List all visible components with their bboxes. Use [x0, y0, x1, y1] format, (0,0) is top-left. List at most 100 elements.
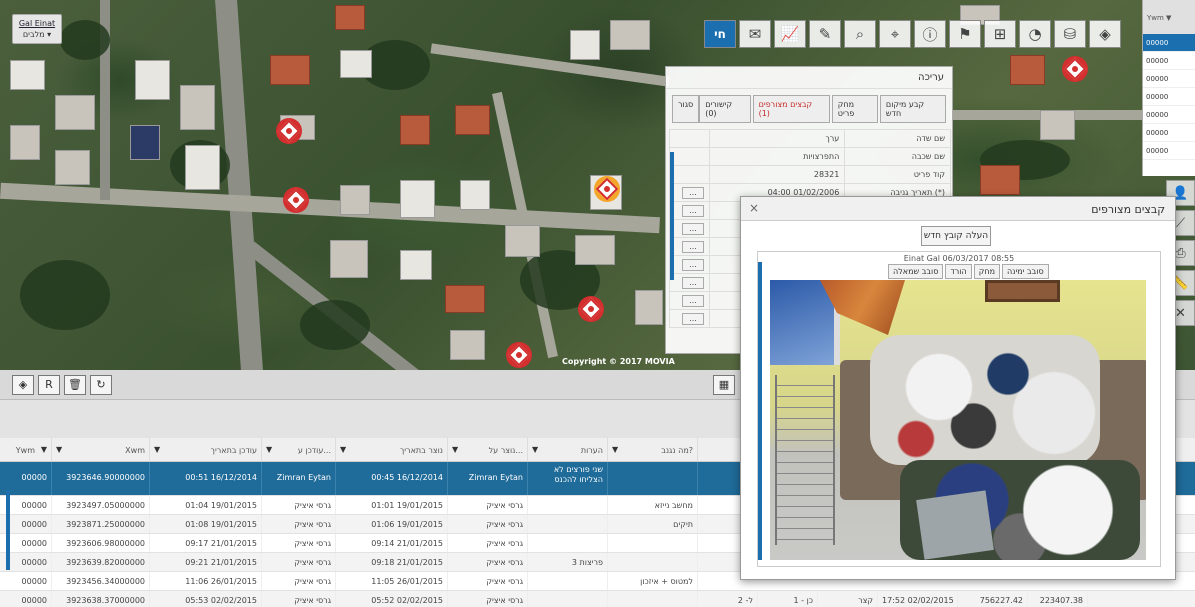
rotate-right-button[interactable]: סובב ימינה — [1002, 264, 1049, 279]
ellipsis-button[interactable]: ... — [682, 240, 704, 253]
pencil-icon[interactable]: ✎ — [809, 20, 841, 48]
filter-icon[interactable]: ▼ — [266, 445, 272, 454]
filter-icon[interactable]: ▼ — [154, 445, 160, 454]
incident-marker[interactable] — [1062, 56, 1088, 82]
delete-file-button[interactable]: מחק — [973, 264, 1001, 279]
layer-selector[interactable]: Gal Einat מלבים ▾ — [12, 14, 62, 44]
map-building — [445, 285, 485, 313]
column-header[interactable]: ▼ הערות — [528, 438, 608, 461]
edit-value[interactable]: 28321 — [708, 165, 846, 184]
filter-icon[interactable]: ▼ — [340, 445, 346, 454]
file-scroll-accent[interactable] — [758, 262, 762, 560]
mini-grid-row[interactable]: 00000 — [1143, 34, 1195, 52]
mini-grid-row[interactable]: 00000 — [1143, 106, 1195, 124]
filter-icon[interactable]: ▼ — [41, 445, 47, 454]
map-building — [1010, 55, 1045, 85]
calculator-icon[interactable]: ▦ — [713, 374, 735, 395]
column-header[interactable]: ▼ מה נגנב? — [608, 438, 698, 461]
dialog-header: × קבצים מצורפים — [741, 197, 1175, 221]
mini-grid-row[interactable]: 00000 — [1143, 70, 1195, 88]
close-button[interactable]: סגור — [672, 95, 700, 123]
mini-grid-row[interactable]: 00000 — [1143, 142, 1195, 160]
edit-panel-title: עריכה — [666, 67, 952, 89]
photo-clothes — [870, 335, 1100, 465]
ellipsis-button[interactable]: ... — [682, 276, 704, 289]
gauge-icon[interactable]: ◔ — [1019, 20, 1051, 48]
map-building — [10, 125, 40, 160]
incident-marker[interactable] — [578, 296, 604, 322]
map-building — [980, 165, 1020, 195]
incident-marker[interactable] — [283, 187, 309, 213]
attached-photo[interactable] — [770, 280, 1146, 560]
layers-icon[interactable]: ◈ — [1089, 20, 1121, 48]
info-icon[interactable]: ⓘ — [914, 20, 946, 48]
column-header[interactable]: ▼ עודכן בתאריך — [150, 438, 262, 461]
org-chart-icon[interactable]: ⊞ — [984, 20, 1016, 48]
database-icon[interactable]: ⛁ — [1054, 20, 1086, 48]
filter-icon[interactable]: ▼ — [56, 445, 62, 454]
chart-icon[interactable]: 📈 — [774, 20, 806, 48]
edit-field: שם שכבה — [844, 147, 951, 166]
filter-icon[interactable]: ▼ — [452, 445, 458, 454]
map-building — [340, 50, 372, 78]
photo-frame — [985, 280, 1060, 302]
flag-icon[interactable]: ⚑ — [949, 20, 981, 48]
map-tree — [300, 300, 370, 350]
map-building — [575, 235, 615, 265]
column-header[interactable]: ▼ Xwm — [52, 438, 150, 461]
ellipsis-button[interactable]: ... — [682, 204, 704, 217]
ellipsis-button[interactable]: ... — [682, 312, 704, 325]
map-building — [460, 180, 490, 210]
download-button[interactable]: הורד — [945, 264, 972, 279]
incident-marker[interactable] — [276, 118, 302, 144]
upload-file-button[interactable]: העלה קובץ חדש — [921, 226, 991, 246]
refresh-icon[interactable]: ↻ — [90, 374, 112, 395]
dialog-title: קבצים מצורפים — [1091, 203, 1165, 216]
table-row[interactable]: 00000 3923638.37000000 05:53 02/02/2015 … — [0, 591, 1195, 607]
map-road — [215, 0, 263, 370]
map-building — [450, 330, 485, 360]
trash-icon[interactable]: 🗑 — [64, 374, 86, 395]
column-header[interactable]: ▼ Ywm — [0, 438, 52, 461]
app-logo[interactable]: חי — [704, 20, 736, 48]
ellipsis-button[interactable]: ... — [682, 258, 704, 271]
set-location-button[interactable]: קבע מיקום חדש — [879, 95, 946, 123]
links-button[interactable]: קישורים (0) — [699, 95, 751, 123]
mail-icon[interactable]: ✉ — [739, 20, 771, 48]
column-header[interactable]: ▼ עודכן ע... — [262, 438, 336, 461]
ellipsis-button[interactable]: ... — [682, 294, 704, 307]
map-building — [1040, 110, 1075, 140]
mini-grid-header: Ywm ▼ — [1143, 0, 1195, 34]
ellipsis-button[interactable]: ... — [682, 222, 704, 235]
map-building — [400, 250, 432, 280]
map-toolbar: חי ✉ 📈 ✎ ⌕ ⌖ ⓘ ⚑ ⊞ ◔ ⛁ ◈ — [704, 20, 1121, 48]
file-caption: Einat Gal 06/03/2017 08:55 — [903, 254, 1015, 263]
layers-icon[interactable]: ◈ — [12, 374, 34, 395]
incident-marker-selected[interactable] — [594, 176, 620, 202]
ellipsis-button[interactable]: ... — [682, 186, 704, 199]
filter-icon[interactable]: ▼ — [612, 445, 618, 454]
map-building — [270, 55, 310, 85]
rotate-left-button[interactable]: סובב שמאלה — [888, 264, 944, 279]
map-building — [400, 180, 435, 218]
edit-table-header-value: ערך — [708, 129, 846, 148]
delete-item-button[interactable]: מחק פריט — [831, 95, 878, 123]
map-building — [10, 60, 45, 90]
mini-grid-row[interactable]: 00000 — [1143, 124, 1195, 142]
edit-value[interactable]: התפרצויות — [708, 147, 846, 166]
r-icon[interactable]: R — [38, 374, 60, 395]
pin-icon[interactable]: ⌖ — [879, 20, 911, 48]
column-header[interactable]: ▼ נוצר בתאריך — [336, 438, 448, 461]
close-icon[interactable]: × — [749, 201, 759, 215]
edit-panel-scroll-accent[interactable] — [670, 152, 674, 280]
column-header[interactable]: ▼ נוצר על... — [448, 438, 528, 461]
photo-rack — [775, 375, 835, 545]
attached-files-button[interactable]: קבצים מצורפים (1) — [752, 95, 830, 123]
incident-marker[interactable] — [506, 342, 532, 368]
search-icon[interactable]: ⌕ — [844, 20, 876, 48]
map-building — [570, 30, 600, 60]
grid-scroll-accent[interactable] — [6, 490, 10, 570]
mini-grid-row[interactable]: 00000 — [1143, 52, 1195, 70]
filter-icon[interactable]: ▼ — [532, 445, 538, 454]
mini-grid-row[interactable]: 00000 — [1143, 88, 1195, 106]
